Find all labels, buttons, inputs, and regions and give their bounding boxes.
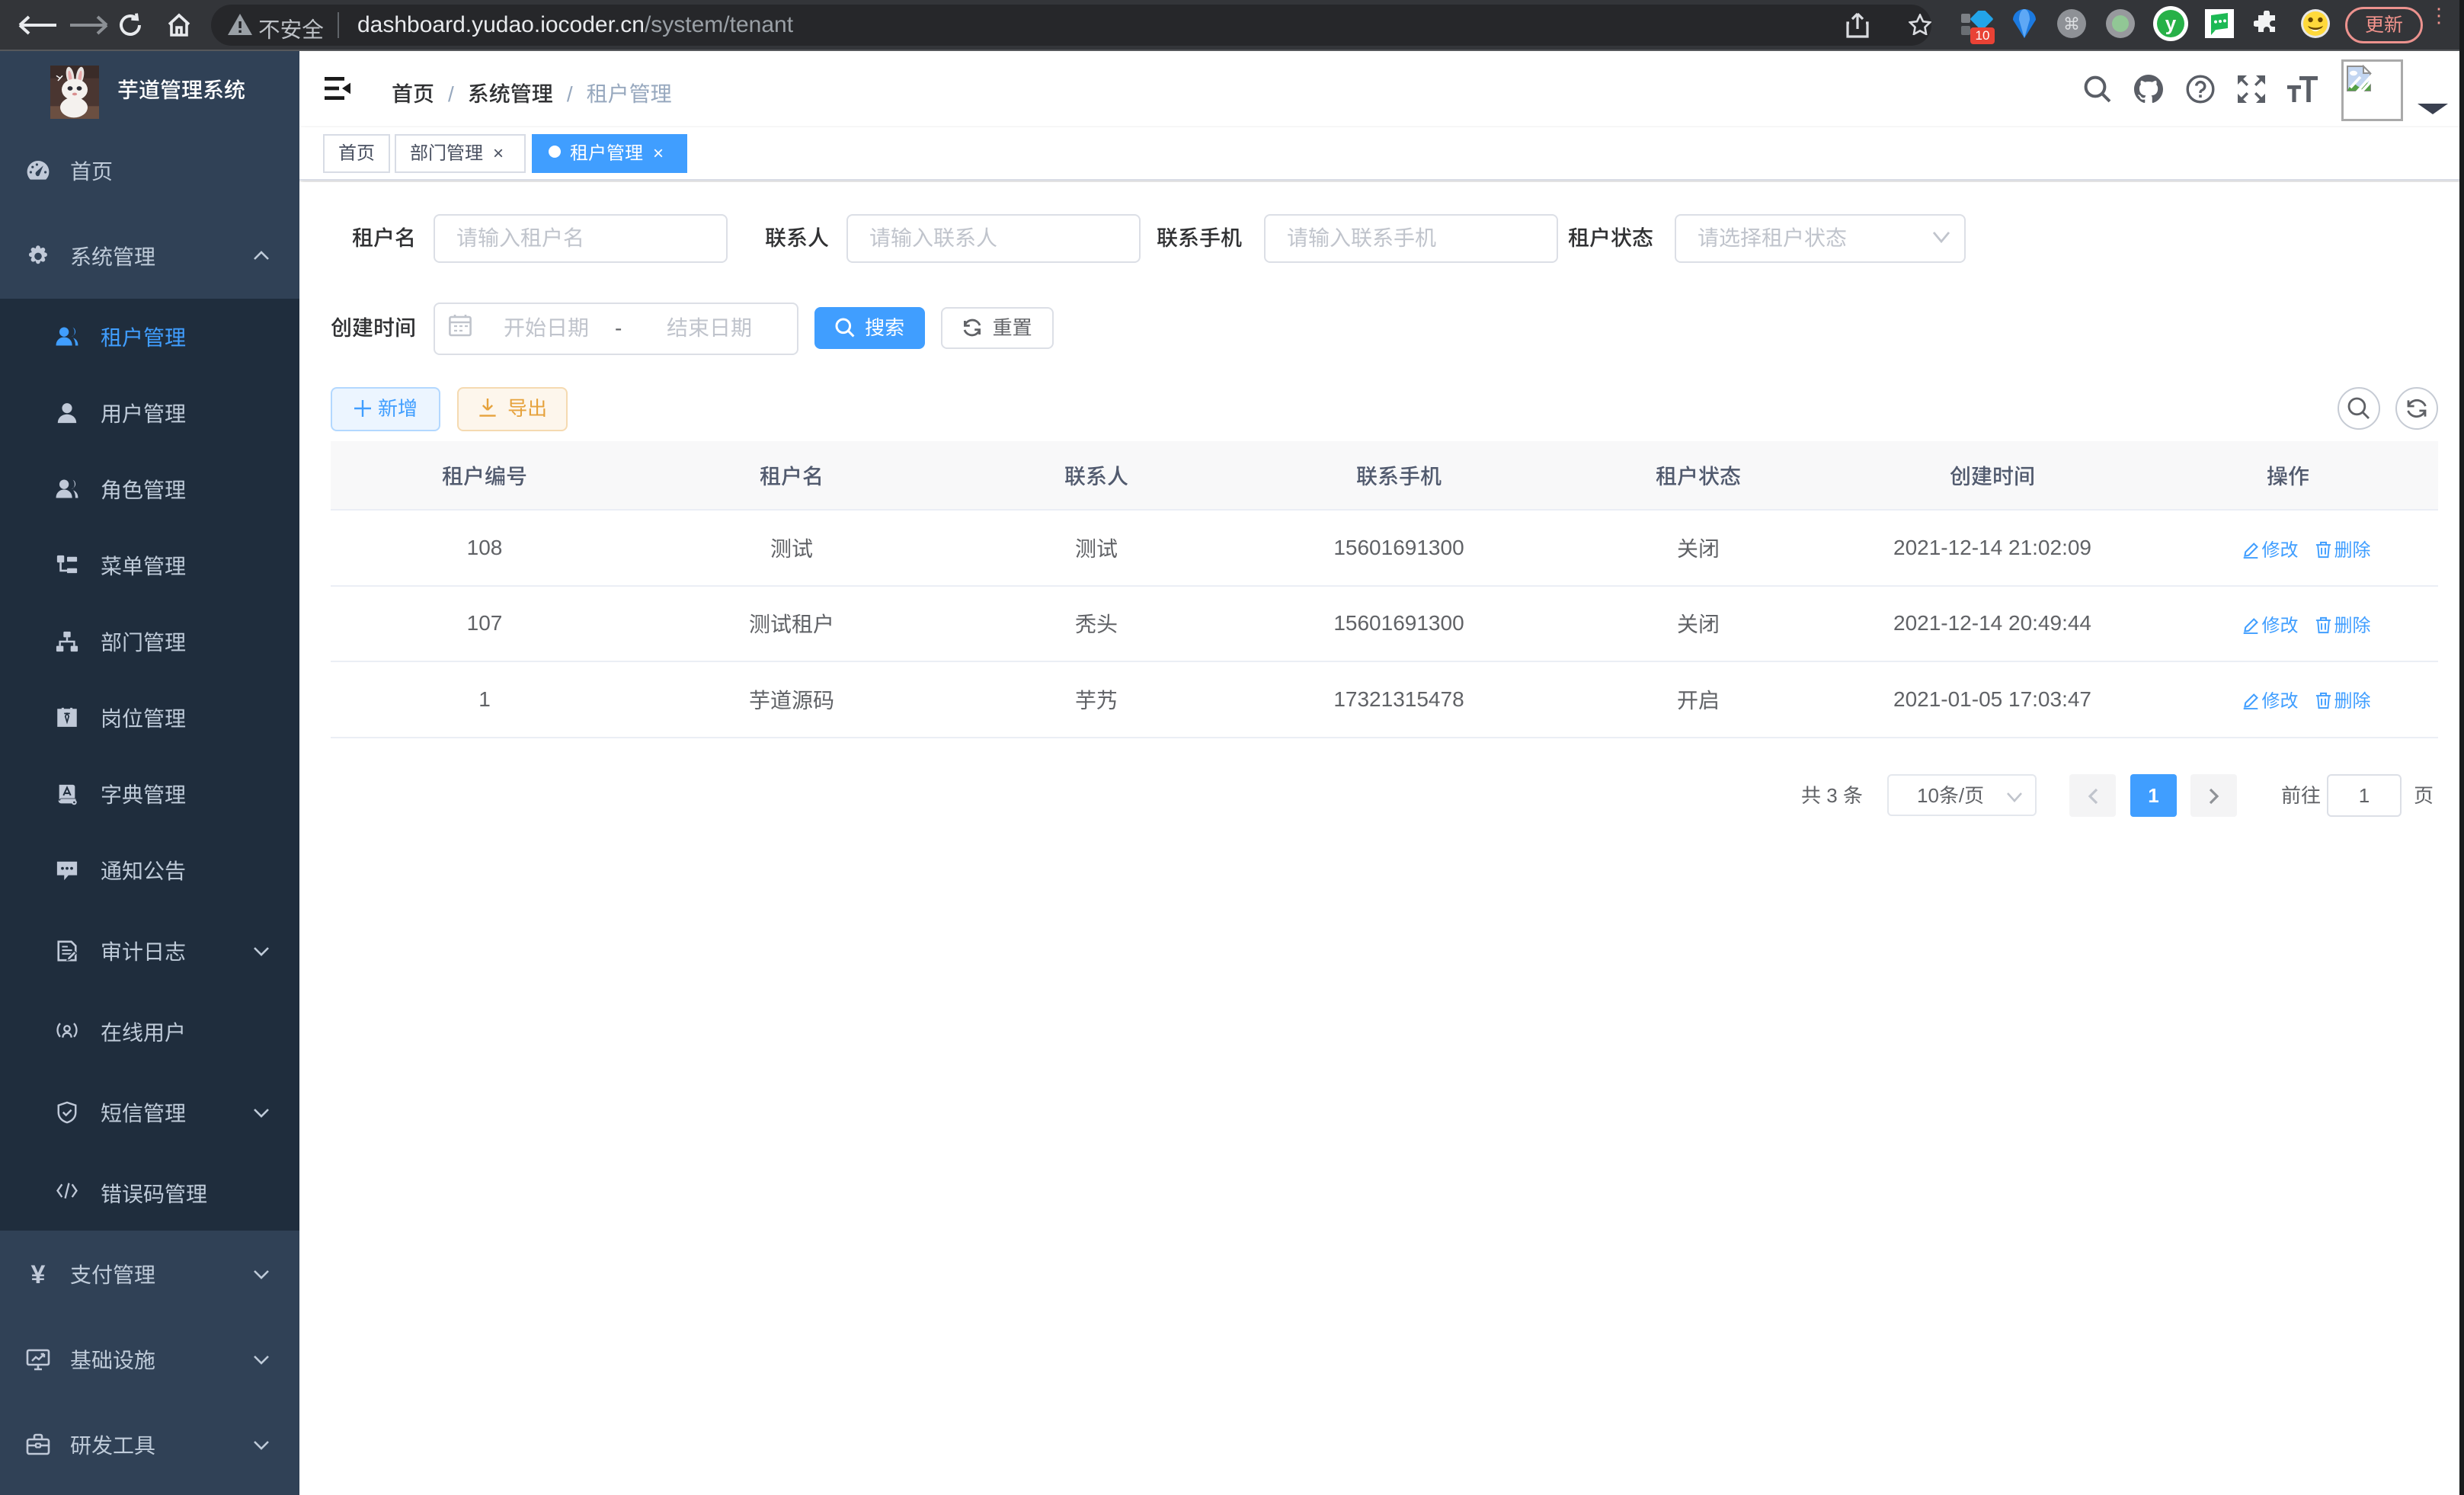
svg-text:⌘: ⌘ [2063,14,2080,34]
svg-text:y: y [2165,12,2177,35]
svg-text:¥: ¥ [31,1262,46,1286]
